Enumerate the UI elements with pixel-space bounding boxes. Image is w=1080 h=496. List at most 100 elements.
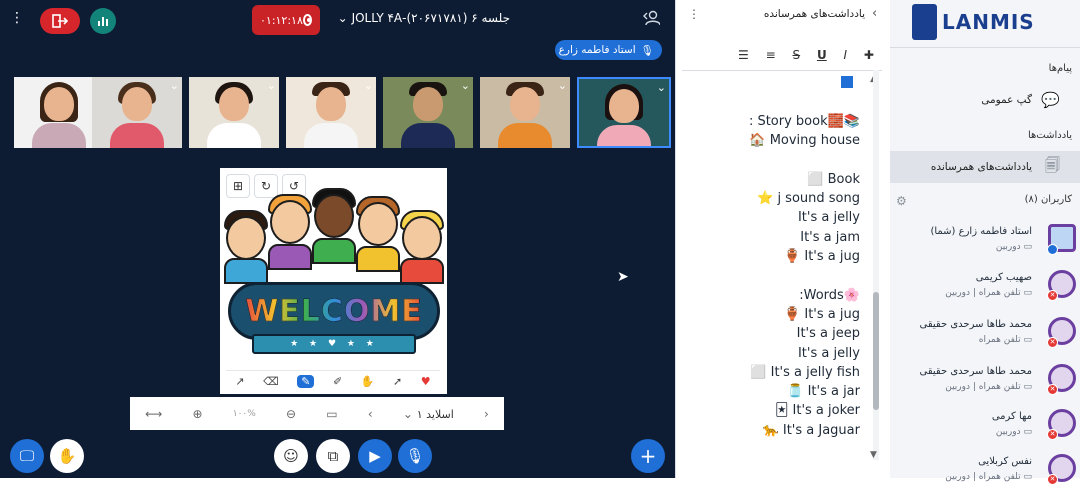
screen-share-button[interactable]: ⧉ <box>316 439 350 473</box>
camera-icon: ▶ <box>369 447 381 465</box>
microphone-button[interactable]: 🎙 <box>398 439 432 473</box>
fit-slide-icon[interactable]: ▭ <box>326 407 337 421</box>
notes-scrollbar-thumb[interactable] <box>873 292 879 410</box>
notes-section-header: یادداشت‌ها <box>1027 130 1072 141</box>
underline-icon[interactable]: U <box>817 48 827 62</box>
chevron-left-icon[interactable]: ‹ <box>872 6 877 21</box>
strikethrough-icon[interactable]: S <box>792 48 800 62</box>
scroll-down-icon[interactable]: ▼ <box>870 450 877 460</box>
chevron-down-icon: ⌄ <box>337 11 348 25</box>
note-line: 🌸Words: <box>799 287 860 303</box>
paint-format-icon[interactable]: ✚ <box>864 48 874 62</box>
muted-mic-icon: ✕ <box>1047 384 1058 395</box>
user-device: ▭ تلفن همراه | دوربین <box>945 382 1032 392</box>
muted-mic-icon: ✕ <box>1047 429 1058 440</box>
webcam-tile[interactable]: ⌄ <box>92 77 182 148</box>
drawing-toolbar: ↗ ⌫ ✎ ✐ ✋ ➚ ♥ <box>226 370 440 392</box>
brand-logo-icon <box>912 4 937 40</box>
webcam-tile-active[interactable]: ⌄ <box>577 77 671 148</box>
emoji-icon: ☺ <box>283 447 299 465</box>
raise-hand-button[interactable]: ✋ <box>50 439 84 473</box>
eraser-icon[interactable]: ⌫ <box>263 375 279 388</box>
presenter-badge-icon <box>1047 244 1058 255</box>
notes-title: یادداشت‌های همرسانده <box>763 8 865 20</box>
unordered-list-icon[interactable]: ☰ <box>738 48 749 62</box>
recording-indicator[interactable]: ۰۱:۱۲:۱۸ <box>252 5 320 35</box>
camera-button[interactable]: ▶ <box>358 439 392 473</box>
muted-mic-icon: ✕ <box>1047 290 1058 301</box>
shared-notes-item[interactable]: 🗐 یادداشت‌های همرسانده <box>890 151 1080 183</box>
gear-icon[interactable]: ⚙ <box>896 194 907 208</box>
divider <box>682 70 882 71</box>
pen-icon[interactable]: ✎ <box>297 375 315 388</box>
user-name: نفس کربلایی <box>978 456 1032 467</box>
welcome-banner: WELCOME <box>228 282 440 340</box>
user-list-item[interactable]: ✕ صهیب کریمی ▭ تلفن همراه | دوربین <box>890 268 1080 312</box>
presentation-button[interactable]: 🖵 <box>10 439 44 473</box>
public-chat-item[interactable]: 💬 گپ عمومی <box>890 84 1080 116</box>
user-list-item[interactable]: استاد فاطمه زارع (شما) ▭ دوربین <box>890 222 1080 266</box>
note-line: It's a jelly <box>797 210 860 226</box>
mouse-cursor-icon: ➤ <box>617 269 629 285</box>
recording-time: ۰۱:۱۲:۱۸ <box>260 13 303 27</box>
grid-icon <box>841 76 853 88</box>
webcam-tile[interactable]: ⌄ <box>480 77 570 148</box>
color-icon[interactable]: ♥ <box>421 375 431 388</box>
session-title[interactable]: جلسه ۶ (۲۰۶۷۱۷۸۱)-JOLLY ۴A ⌄ <box>338 11 510 25</box>
microphone-icon: 🎙 <box>405 447 425 465</box>
fit-width-icon[interactable]: ⟷ <box>145 407 162 421</box>
pointer-icon[interactable]: ➚ <box>393 375 402 388</box>
connection-stats-button[interactable] <box>90 8 116 34</box>
slide-selector[interactable]: ⌄ اسلاید ۱ <box>403 407 454 421</box>
next-slide-icon[interactable]: › <box>484 407 489 421</box>
webcam-tile[interactable]: ⌄ <box>14 77 104 148</box>
ordered-list-icon[interactable]: ≡ <box>766 48 776 62</box>
arrow-icon[interactable]: ↗ <box>235 375 244 388</box>
raise-hand-icon: ✋ <box>57 447 77 465</box>
bar-chart-icon <box>98 17 108 26</box>
user-device: ▭ دوربین <box>995 427 1032 437</box>
hand-icon[interactable]: ✋ <box>361 375 375 388</box>
reactions-button[interactable]: ☺ <box>274 439 308 473</box>
note-line: It's a jug 🏺 <box>784 249 860 265</box>
note-line: Book ⬜ <box>807 171 860 187</box>
user-list-item[interactable]: ✕ نفس کربلایی ▭ تلفن همراه | دوربین <box>890 452 1080 496</box>
italic-icon[interactable]: I <box>844 48 848 62</box>
user-name: صهیب کریمی <box>975 272 1032 283</box>
notes-editor[interactable]: 📚🧱Story book : Moving house 🏠 Book ⬜ j soun… <box>690 112 860 440</box>
banner-ribbon: ★ ★ ♥ ★ ★ <box>252 334 416 354</box>
highlighter-icon[interactable]: ✐ <box>333 375 342 388</box>
notes-icon: 🗐 <box>1045 155 1060 174</box>
zoom-in-icon[interactable]: ⊕ <box>193 407 203 421</box>
previous-slide-icon[interactable]: ‹ <box>368 407 373 421</box>
user-name: محمد طاها سرحدی حقیقی <box>919 319 1032 330</box>
webcam-tile[interactable]: ⌄ <box>383 77 473 148</box>
note-line: It's a Jaguar 🐆 <box>762 422 860 438</box>
more-options-icon[interactable]: ⋮ <box>10 10 24 26</box>
presentation-icon: 🖵 <box>19 447 35 465</box>
welcome-text: WELCOME <box>245 293 423 329</box>
actions-button[interactable]: + <box>631 439 665 473</box>
user-list-item[interactable]: ✕ محمد طاها سرحدی حقیقی ▭ تلفن همراه | دور… <box>890 362 1080 406</box>
webcam-tile[interactable]: ⌄ <box>286 77 376 148</box>
user-device: ▭ تلفن همراه | دوربین <box>945 472 1032 482</box>
user-list-toggle-icon[interactable] <box>642 10 662 30</box>
note-line: 📚🧱Story book : <box>748 114 860 129</box>
note-line: It's a jelly <box>797 345 860 361</box>
brand-name: LANMIS <box>942 10 1035 34</box>
zoom-out-icon[interactable]: ⊖ <box>286 407 296 421</box>
note-line: j sound song ⭐ <box>757 191 860 207</box>
user-device: ▭ دوربین <box>995 242 1032 252</box>
note-line: It's a jar 🫙 <box>787 384 860 400</box>
webcam-tile[interactable]: ⌄ <box>189 77 279 148</box>
slide-navigation-bar: ⟷ ⊕ ۱۰۰% ⊖ ▭ ‹ ⌄ اسلاید ۱ › <box>130 397 504 430</box>
user-list-item[interactable]: ✕ محمد طاها سرحدی حقیقی ▭ تلفن همراه <box>890 315 1080 359</box>
leave-meeting-button[interactable] <box>40 8 80 34</box>
muted-mic-icon: ✕ <box>1047 337 1058 348</box>
users-section-header: کاربران (۸) <box>1024 194 1072 205</box>
muted-mic-icon: ✕ <box>1047 474 1058 485</box>
presenter-badge: 🎙 استاد فاطمه زارع <box>555 40 662 60</box>
user-device: ▭ تلفن همراه <box>978 335 1032 345</box>
zoom-level: ۱۰۰% <box>232 408 256 419</box>
user-list-item[interactable]: ✕ مها کرمی ▭ دوربین <box>890 407 1080 451</box>
